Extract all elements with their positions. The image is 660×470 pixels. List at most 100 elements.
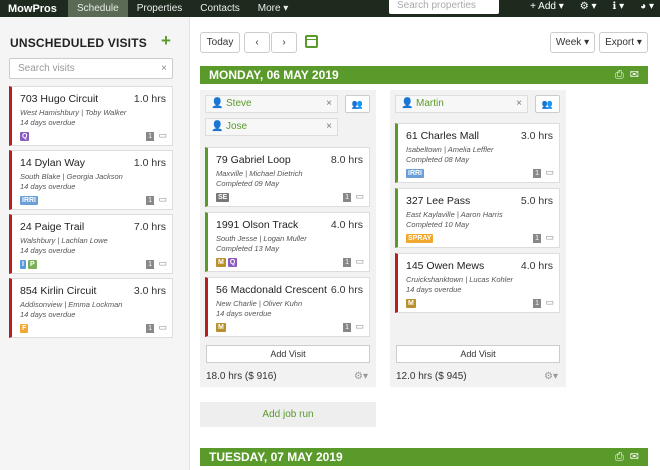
visit-address: 1991 Olson Track	[216, 219, 299, 231]
comment-icon[interactable]: ▭	[545, 298, 554, 307]
week-view-dropdown[interactable]: Week ▾	[550, 32, 595, 53]
visit-address: 79 Gabriel Loop	[216, 154, 291, 166]
visit-status: 14 days overdue	[406, 285, 462, 294]
run-settings-gear-icon[interactable]: ⚙▾	[544, 371, 558, 382]
remove-crew-icon[interactable]: ×	[326, 96, 332, 112]
comment-icon[interactable]: ▭	[158, 259, 167, 268]
visit-count-badge: 1	[146, 324, 154, 333]
add-crew-button[interactable]: 👥	[535, 95, 560, 113]
visit-status: 14 days overdue	[20, 246, 76, 255]
visit-card[interactable]: 24 Paige Trail 7.0 hrs Walshbury | Lachlan…	[9, 214, 173, 274]
visit-status: Completed 08 May	[406, 155, 469, 164]
visit-location-contact: Walshbury | Lachlan Lowe	[20, 236, 108, 245]
user-avatar-menu[interactable]: ◕ ▾	[640, 0, 654, 14]
visit-status: Completed 10 May	[406, 220, 469, 229]
crew-name: Martin	[416, 98, 444, 109]
visit-hours: 3.0 hrs	[520, 130, 553, 142]
add-crew-button[interactable]: 👥	[345, 95, 370, 113]
visit-address: 854 Kirlin Circuit	[20, 285, 97, 297]
email-icon[interactable]: ✉	[630, 66, 639, 84]
visit-hours: 4.0 hrs	[330, 219, 363, 231]
add-visit-button[interactable]: Add Visit	[206, 345, 370, 363]
clear-search-icon[interactable]: ×	[161, 59, 167, 78]
print-icon[interactable]: ⎙	[615, 66, 624, 84]
settings-menu-button[interactable]: ⚙ ▾	[580, 0, 597, 14]
visit-location-contact: New Charlie | Oliver Kuhn	[216, 299, 303, 308]
visit-hours: 3.0 hrs	[133, 285, 166, 297]
calendar-icon[interactable]	[305, 35, 318, 48]
property-search-input[interactable]: Search properties	[389, 0, 499, 14]
visit-card[interactable]: 145 Owen Mews 4.0 hrs Cruickshanktown | Lu…	[395, 253, 560, 313]
visit-card[interactable]: 703 Hugo Circuit 1.0 hrs West Hamishbury |…	[9, 86, 173, 146]
visit-tags: IRRI	[406, 169, 424, 178]
visit-count-badge: 1	[533, 299, 541, 308]
visit-hours: 8.0 hrs	[330, 154, 363, 166]
nav-contacts[interactable]: Contacts	[191, 0, 248, 17]
comment-icon[interactable]: ▭	[158, 195, 167, 204]
add-visit-button[interactable]: Add Visit	[396, 345, 560, 363]
add-menu-button[interactable]: + Add ▾	[530, 0, 564, 14]
day-label: MONDAY, 06 MAY 2019	[209, 68, 339, 82]
visit-hours: 6.0 hrs	[330, 284, 363, 296]
email-icon[interactable]: ✉	[630, 448, 639, 466]
run-total: 12.0 hrs ($ 945)	[396, 371, 467, 382]
visit-tags: SPRAY	[406, 234, 434, 243]
day-header-monday: MONDAY, 06 MAY 2019 ⎙ ✉	[200, 66, 648, 84]
visit-search-placeholder: Search visits	[18, 63, 75, 74]
service-tag: SPRAY	[406, 234, 434, 243]
visit-count-badge: 1	[146, 132, 154, 141]
visit-card[interactable]: 56 Macdonald Crescent 6.0 hrs New Charlie …	[205, 277, 370, 337]
user-icon: 👤	[401, 98, 414, 109]
comment-icon[interactable]: ▭	[158, 323, 167, 332]
visit-search-input[interactable]: Search visits ×	[9, 58, 173, 79]
nav-more[interactable]: More ▾	[249, 0, 298, 17]
day-label: TUESDAY, 07 MAY 2019	[209, 450, 343, 464]
user-icon: 👤	[211, 98, 224, 109]
comment-icon[interactable]: ▭	[355, 192, 364, 201]
next-week-button[interactable]: ›	[271, 32, 297, 53]
brand-logo[interactable]: MowPros	[0, 3, 68, 15]
visit-count-badge: 1	[343, 258, 351, 267]
visit-tags: Q	[20, 132, 30, 141]
comment-icon[interactable]: ▭	[545, 233, 554, 242]
visit-card[interactable]: 1991 Olson Track 4.0 hrs South Jesse | Log…	[205, 212, 370, 272]
print-icon[interactable]: ⎙	[615, 448, 624, 466]
visit-card[interactable]: 14 Dylan Way 1.0 hrs South Blake | Georgia…	[9, 150, 173, 210]
visit-location-contact: East Kaylaville | Aaron Harris	[406, 210, 503, 219]
service-tag: P	[27, 260, 37, 269]
crew-chip-steve[interactable]: 👤 Steve ×	[205, 95, 338, 113]
nav-schedule[interactable]: Schedule	[68, 0, 128, 17]
prev-week-button[interactable]: ‹	[244, 32, 270, 53]
comment-icon[interactable]: ▭	[158, 131, 167, 140]
crew-chip-jose[interactable]: 👤 Jose ×	[205, 118, 338, 136]
visit-status: 14 days overdue	[20, 310, 76, 319]
visit-card[interactable]: 854 Kirlin Circuit 3.0 hrs Addisonview | E…	[9, 278, 173, 338]
remove-crew-icon[interactable]: ×	[516, 96, 522, 112]
visit-tags: F	[20, 324, 29, 333]
comment-icon[interactable]: ▭	[545, 168, 554, 177]
visit-count-badge: 1	[343, 193, 351, 202]
run-settings-gear-icon[interactable]: ⚙▾	[354, 371, 368, 382]
comment-icon[interactable]: ▭	[355, 322, 364, 331]
visit-hours: 1.0 hrs	[133, 93, 166, 105]
crew-chip-martin[interactable]: 👤 Martin ×	[395, 95, 528, 113]
service-tag: SE	[216, 193, 230, 202]
service-tag: M	[216, 258, 226, 267]
visit-address: 145 Owen Mews	[406, 260, 485, 272]
add-visit-plus-icon[interactable]: +	[161, 31, 171, 51]
visit-card[interactable]: 61 Charles Mall 3.0 hrs Isabeltown | Ameli…	[395, 123, 560, 183]
nav-properties[interactable]: Properties	[128, 0, 192, 17]
export-dropdown[interactable]: Export ▾	[599, 32, 648, 53]
visit-address: 14 Dylan Way	[20, 157, 85, 169]
info-menu-button[interactable]: ℹ ▾	[613, 0, 625, 14]
today-button[interactable]: Today	[200, 32, 240, 53]
comment-icon[interactable]: ▭	[355, 257, 364, 266]
visit-status: Completed 13 May	[216, 244, 279, 253]
visit-tags: MQ	[216, 258, 238, 267]
visit-tags: M	[216, 323, 226, 332]
visit-card[interactable]: 327 Lee Pass 5.0 hrs East Kaylaville | Aar…	[395, 188, 560, 248]
add-job-run-button[interactable]: Add job run	[200, 402, 376, 427]
sidebar-title: UNSCHEDULED VISITS	[10, 36, 147, 50]
remove-crew-icon[interactable]: ×	[326, 119, 332, 135]
visit-card[interactable]: 79 Gabriel Loop 8.0 hrs Maxville | Michael…	[205, 147, 370, 207]
